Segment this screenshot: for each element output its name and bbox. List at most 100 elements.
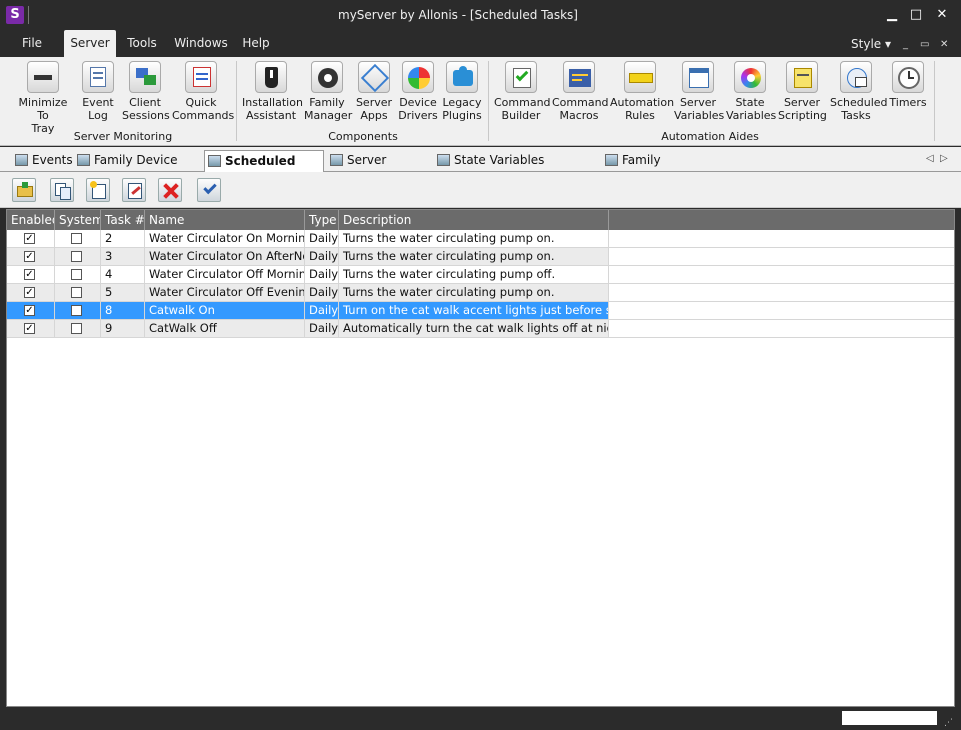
timers-button[interactable]: Timers (886, 61, 930, 109)
minimize-icon (27, 61, 59, 93)
server-apps-button[interactable]: Server Apps (354, 61, 394, 122)
enabled-cell: ✓ (7, 266, 55, 284)
client-sessions-icon (129, 61, 161, 93)
enabled-checkbox[interactable]: ✓ (24, 233, 35, 244)
menu-tools[interactable]: Tools (120, 30, 164, 57)
window-title: myServer by Allonis - [Scheduled Tasks] (338, 8, 578, 22)
table-row[interactable]: ✓ 2 Water Circulator On Morning Daily Turns … (7, 230, 609, 248)
group-server-monitoring: Server Monitoring (73, 130, 173, 143)
ribbon-label: Device Drivers (398, 96, 438, 122)
command-builder-icon (505, 61, 537, 93)
command-macros-button[interactable]: Command Macros (552, 61, 609, 122)
grid-header: Enabled System Task # Name Type Descript… (7, 210, 954, 230)
column-type[interactable]: Type (305, 210, 339, 230)
system-cell (55, 284, 101, 302)
quick-commands-button[interactable]: Quick Commands (172, 61, 234, 122)
copy-button[interactable] (50, 178, 74, 202)
family-device-drivers-icon (77, 154, 90, 166)
column-enabled[interactable]: Enabled (7, 210, 55, 230)
server-variables-button[interactable]: Server Variables (674, 61, 724, 122)
client-sessions-button[interactable]: Client Sessions (122, 61, 170, 122)
maximize-button[interactable]: □ (908, 7, 924, 23)
system-checkbox[interactable] (71, 233, 82, 244)
table-row[interactable]: ✓ 8 Catwalk On Daily Turn on the cat walk ac… (7, 302, 609, 320)
new-task-button[interactable] (86, 178, 110, 202)
automation-rules-button[interactable]: Automation Rules (610, 61, 674, 122)
toolbar (0, 172, 961, 208)
ribbon-label: Timers (889, 96, 927, 109)
task-type-cell: Daily (305, 302, 339, 320)
column-name[interactable]: Name (145, 210, 305, 230)
device-drivers-button[interactable]: Device Drivers (398, 61, 438, 122)
scheduled-tasks-button[interactable]: Scheduled Tasks (830, 61, 888, 122)
task-description-cell: Turns the water circulating pump off. (339, 266, 609, 284)
tab-events[interactable]: Events (12, 150, 73, 172)
task-number-cell: 5 (101, 284, 145, 302)
column-system[interactable]: System (55, 210, 101, 230)
task-description-cell: Turn on the cat walk accent lights just … (339, 302, 609, 320)
open-folder-button[interactable] (12, 178, 36, 202)
column-task-number[interactable]: Task # (101, 210, 145, 230)
system-checkbox[interactable] (71, 323, 82, 334)
enabled-checkbox[interactable]: ✓ (24, 323, 35, 334)
ruler-icon (624, 61, 656, 93)
system-checkbox[interactable] (71, 251, 82, 262)
minimize-button[interactable]: ▁ (884, 7, 900, 23)
enabled-checkbox[interactable]: ✓ (24, 269, 35, 280)
enabled-checkbox[interactable]: ✓ (24, 305, 35, 316)
check-icon (203, 180, 217, 195)
system-cell (55, 302, 101, 320)
enabled-checkbox[interactable]: ✓ (24, 251, 35, 262)
tab-server-variables[interactable]: Server Variables (327, 150, 431, 187)
puzzle-icon (446, 61, 478, 93)
event-log-button[interactable]: Event Log (80, 61, 116, 122)
menu-server[interactable]: Server (64, 30, 116, 57)
menu-help[interactable]: Help (238, 30, 274, 57)
legacy-plugins-button[interactable]: Legacy Plugins (442, 61, 482, 122)
system-checkbox[interactable] (71, 305, 82, 316)
table-row[interactable]: ✓ 3Water Circulator On AfterNoonDailyTurn… (7, 248, 609, 266)
server-scripting-button[interactable]: Server Scripting (778, 61, 827, 122)
menu-windows[interactable]: Windows (172, 30, 230, 57)
clock-icon (892, 61, 924, 93)
menu-file[interactable]: File (12, 30, 52, 57)
state-variables-icon (734, 61, 766, 93)
family-manager-button[interactable]: Family Manager (304, 61, 352, 122)
system-checkbox[interactable] (71, 269, 82, 280)
minimize-to-tray-button[interactable]: Minimize To Tray (12, 61, 74, 135)
task-name-cell: Water Circulator On AfterNoon (145, 248, 305, 266)
table-row[interactable]: ✓ 4 Water Circulator Off Morning Daily Turns… (7, 266, 609, 284)
state-variables-button[interactable]: State Variables (726, 61, 776, 122)
apply-button[interactable] (197, 178, 221, 202)
scheduled-tasks-grid: Enabled System Task # Name Type Descript… (6, 209, 955, 707)
installation-assistant-button[interactable]: Installation Assistant (242, 61, 303, 122)
resize-grip-icon[interactable]: ⋰ (944, 718, 956, 728)
row-filler (609, 248, 954, 266)
delete-task-button[interactable] (158, 178, 182, 202)
ribbon-label: Server Apps (355, 96, 393, 122)
system-cell (55, 230, 101, 248)
mdi-close-button[interactable]: ✕ (940, 39, 948, 50)
mdi-minimize-button[interactable]: _ (903, 39, 908, 50)
enabled-cell: ✓ (7, 248, 55, 266)
tab-next-icon[interactable]: ▷ (940, 153, 948, 164)
tab-prev-icon[interactable]: ◁ (926, 153, 934, 164)
system-checkbox[interactable] (71, 287, 82, 298)
ribbon-label: Command Builder (494, 96, 551, 122)
ribbon-label: Legacy Plugins (442, 96, 482, 122)
tab-family-manager[interactable]: Family Manager (602, 150, 712, 187)
column-description[interactable]: Description (339, 210, 609, 230)
mdi-restore-button[interactable]: ▭ (920, 39, 929, 50)
tab-family-device-drivers[interactable]: Family Device Drivers (74, 150, 202, 187)
task-type-cell: Daily (305, 320, 339, 338)
tab-scheduled-tasks[interactable]: Scheduled Tasks (204, 150, 324, 188)
table-row[interactable]: ✓ 5 Water Circulator Off Evening Daily Turns… (7, 284, 609, 302)
edit-task-button[interactable] (122, 178, 146, 202)
server-variables-icon (330, 154, 343, 166)
command-builder-button[interactable]: Command Builder (494, 61, 551, 122)
table-row[interactable]: ✓ 9 CatWalk Off Daily Automatically turn the… (7, 320, 609, 338)
enabled-checkbox[interactable]: ✓ (24, 287, 35, 298)
close-button[interactable]: ✕ (934, 7, 950, 23)
style-menu[interactable]: Style ▾ (851, 37, 891, 51)
tab-state-variables[interactable]: State Variables (CycleStates) (434, 150, 600, 187)
